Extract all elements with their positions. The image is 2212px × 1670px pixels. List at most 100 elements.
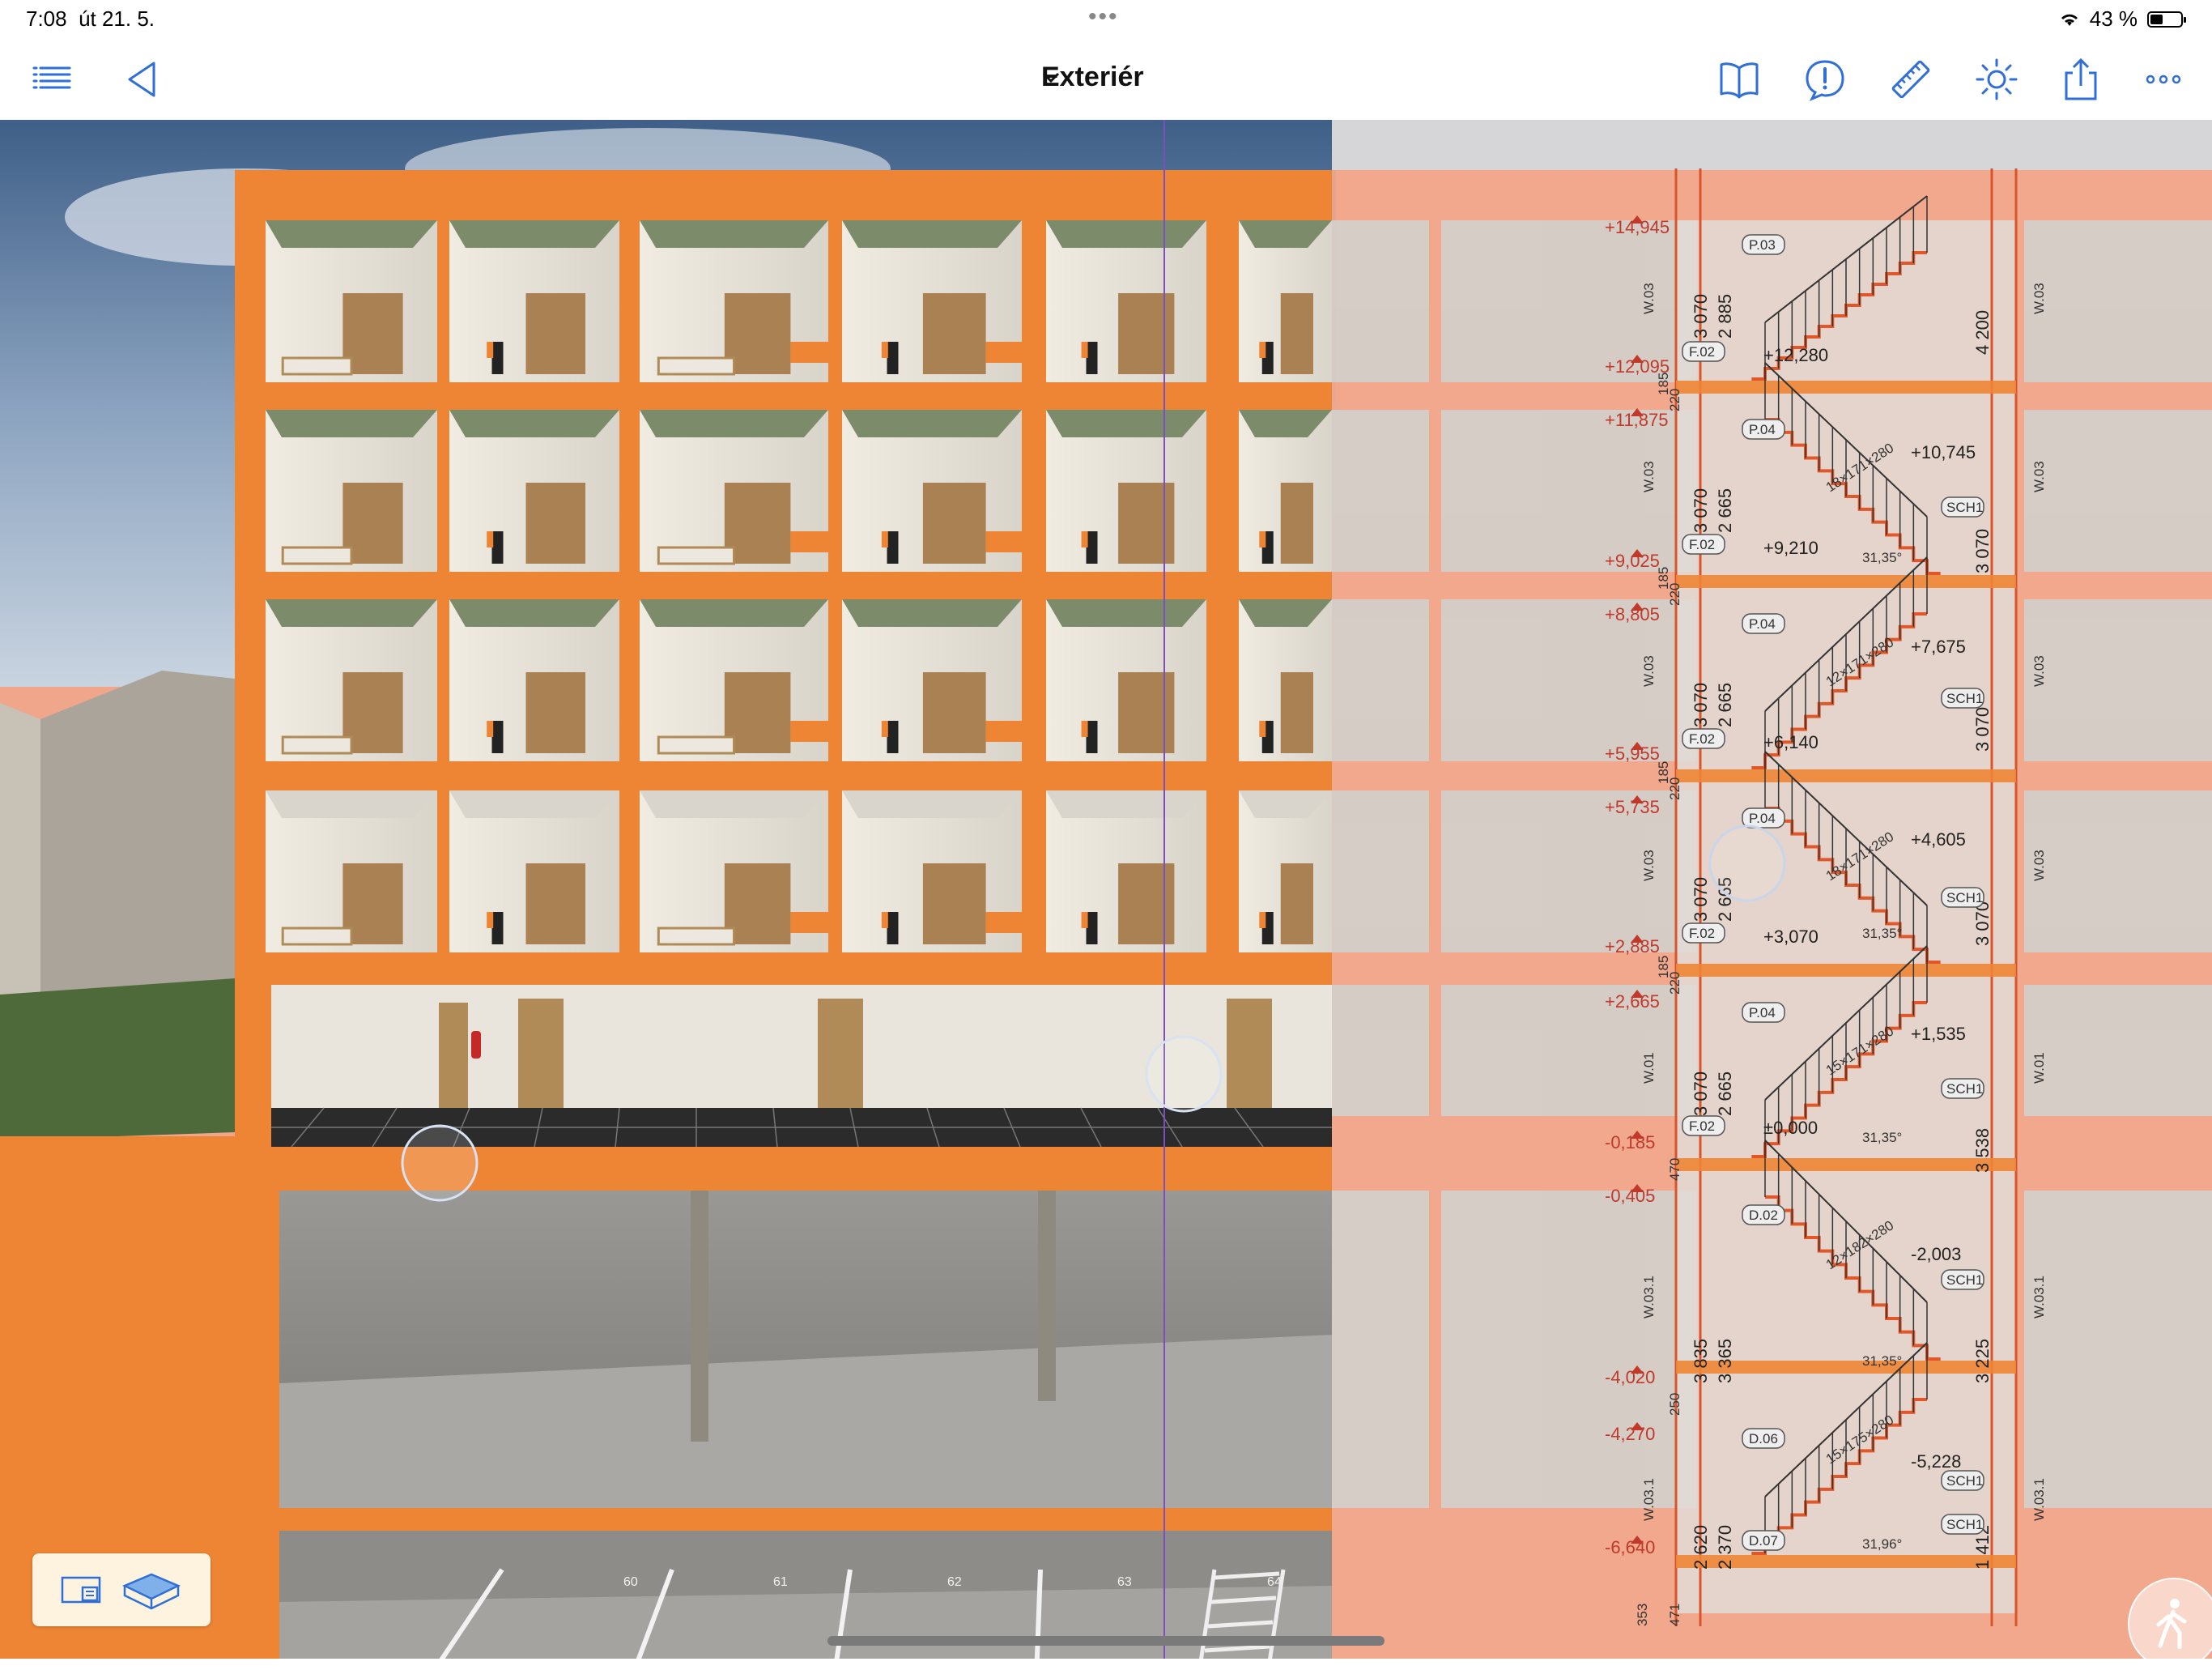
room-ceiling — [266, 599, 437, 627]
battery-percent: 43 % — [2089, 6, 2138, 31]
chevron-down-icon — [1042, 72, 1060, 83]
chair-accent — [487, 912, 494, 928]
dimension-label: 3 070 — [1691, 294, 1711, 339]
level-label: -0,405 — [1605, 1186, 1655, 1206]
room-ceiling — [1046, 220, 1206, 248]
landing-level: +4,605 — [1911, 829, 1966, 850]
door-tag-label: P.04 — [1749, 422, 1776, 437]
stair-angle: 31,35° — [1862, 550, 1902, 565]
home-indicator[interactable] — [827, 1636, 1385, 1646]
landing-level: -2,003 — [1911, 1244, 1961, 1264]
dimension-label: 3 538 — [1972, 1128, 1993, 1173]
view-title-dropdown[interactable]: Exteriér — [1041, 62, 1144, 93]
office-chair — [1086, 912, 1098, 944]
bed — [281, 546, 353, 565]
list-icon[interactable] — [29, 57, 74, 102]
model-viewport[interactable]: 60 61 62 63 64 +14,945 +12,095 +11,875 +9,0 — [0, 120, 2212, 1659]
door-tag-label: D.06 — [1749, 1431, 1778, 1446]
sun-icon[interactable] — [1974, 57, 2019, 102]
chair-accent — [1081, 531, 1088, 547]
wardrobe — [1118, 672, 1175, 753]
office-chair — [491, 531, 504, 564]
dimension-label: 3 070 — [1972, 901, 1993, 946]
chair-accent — [881, 342, 888, 358]
level-label: +8,805 — [1605, 604, 1660, 624]
room-ceiling — [266, 410, 437, 437]
stair-tag-label: SCH1 — [1946, 500, 1983, 515]
room-ceiling — [449, 599, 619, 627]
wardrobe — [1280, 293, 1313, 374]
landing-level: +12,280 — [1763, 345, 1828, 365]
chair-accent — [487, 721, 494, 737]
small-dimension: 353 — [1635, 1604, 1650, 1626]
orange-cabinet — [985, 342, 1025, 363]
orange-cabinet — [985, 912, 1025, 933]
wall-tag: W.01 — [2031, 1052, 2047, 1084]
floor-slab — [1676, 575, 2016, 588]
landing-level: +9,210 — [1763, 538, 1819, 558]
stair-angle: 31,35° — [1862, 926, 1902, 941]
status-bar: 7:08 út 21. 5. ••• 43 % — [0, 0, 2212, 39]
office-chair — [491, 912, 504, 944]
bed — [657, 735, 735, 755]
share-icon[interactable] — [2058, 57, 2104, 102]
landing-level: ±0,000 — [1763, 1118, 1818, 1138]
more-icon[interactable] — [2141, 57, 2186, 102]
office-chair — [887, 721, 899, 753]
office-chair — [887, 342, 899, 374]
room-ceiling — [842, 790, 1022, 818]
ruler-icon[interactable] — [1888, 57, 1933, 102]
room-ceiling — [266, 220, 437, 248]
3d-view-icon[interactable] — [120, 1566, 183, 1613]
alert-bubble-icon[interactable] — [1802, 57, 1848, 102]
room-ceiling — [842, 410, 1022, 437]
chair-accent — [1259, 721, 1266, 737]
lawn — [0, 978, 235, 1140]
stair-tag-label: SCH1 — [1946, 1473, 1983, 1489]
dimension-label: 3 070 — [1691, 1071, 1711, 1116]
stair-tag-label: SCH1 — [1946, 1272, 1983, 1288]
dimension-label: 2 665 — [1715, 683, 1735, 727]
back-triangle-icon[interactable] — [120, 57, 165, 102]
wall-tag: W.03 — [1641, 850, 1657, 881]
floor-slab — [1676, 964, 2016, 977]
small-dimension: 185 — [1656, 373, 1671, 395]
room-ceiling — [449, 790, 619, 818]
plan-view-icon[interactable] — [60, 1573, 104, 1607]
battery-icon — [2147, 11, 2186, 28]
bed — [657, 546, 735, 565]
walking-person-icon — [2156, 1599, 2187, 1649]
view-mode-toolbox — [32, 1553, 211, 1626]
floor-tag-label: F.02 — [1689, 344, 1715, 360]
dimension-label: 3 365 — [1715, 1339, 1735, 1383]
dimension-label: 2 370 — [1715, 1525, 1735, 1570]
tap-indicator — [1145, 1035, 1223, 1113]
wardrobe — [525, 483, 585, 564]
office-chair — [887, 912, 899, 944]
door-tag-label: D.07 — [1749, 1533, 1778, 1549]
small-dimension: 470 — [1667, 1158, 1682, 1181]
office-chair — [491, 342, 504, 374]
wall-tag: W.03.1 — [2031, 1478, 2047, 1521]
office-chair — [1086, 531, 1098, 564]
dimension-label: 3 070 — [1972, 707, 1993, 752]
dimension-label: 3 070 — [1691, 488, 1711, 533]
wall-tag: W.03.1 — [1641, 1276, 1657, 1319]
dimension-label: 3 070 — [1691, 877, 1711, 922]
stair-tag-label: SCH1 — [1946, 890, 1983, 905]
walk-mode-button[interactable] — [2128, 1578, 2212, 1670]
wall-tag: W.03 — [2031, 283, 2047, 314]
book-icon[interactable] — [1716, 57, 1762, 102]
level-label: +14,945 — [1605, 217, 1670, 237]
wall-tag: W.03.1 — [2031, 1276, 2047, 1319]
chair-accent — [487, 531, 494, 547]
chair-accent — [1081, 342, 1088, 358]
stair-tag-label: SCH1 — [1946, 1517, 1983, 1532]
parking-number: 61 — [773, 1575, 788, 1589]
dimension-label: 3 835 — [1691, 1339, 1711, 1383]
wardrobe — [1118, 293, 1175, 374]
small-dimension: 471 — [1667, 1604, 1682, 1626]
level-label: +2,885 — [1605, 936, 1660, 956]
multitasking-dots-icon[interactable]: ••• — [1088, 3, 1119, 31]
tap-indicator — [401, 1124, 479, 1202]
